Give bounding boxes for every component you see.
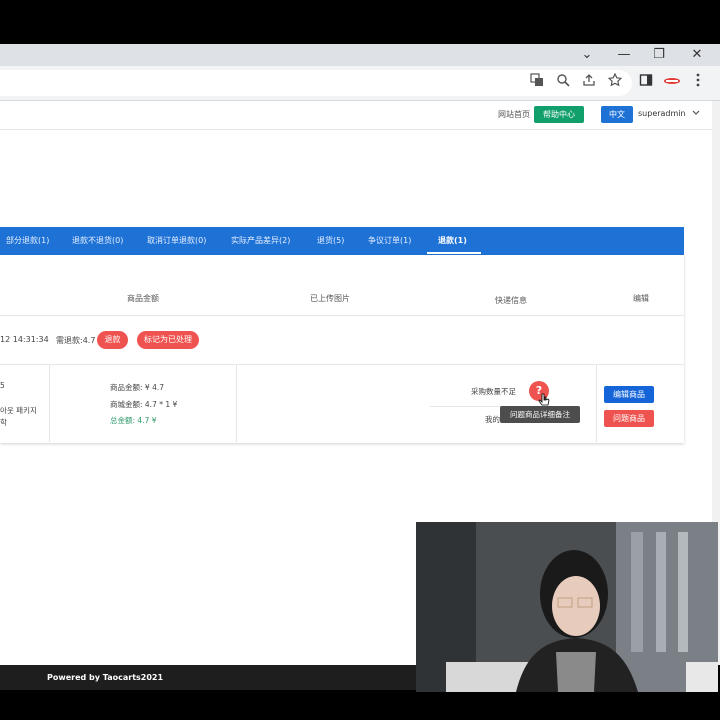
help-center-button[interactable]: 帮助中心: [534, 106, 584, 123]
tab-disputed-orders[interactable]: 争议订单(1): [368, 235, 411, 246]
active-tab-indicator: [427, 252, 481, 254]
tab-refund[interactable]: 退款(1): [438, 235, 467, 246]
home-link[interactable]: 网站首页: [498, 109, 530, 120]
tab-search-chevron-icon[interactable]: ⌄: [576, 44, 598, 66]
goods-amount: 商品金额: ¥ 4.7: [110, 383, 164, 392]
refund-amount: 需退款:4.7: [56, 336, 96, 345]
webcam-feed: [416, 522, 718, 692]
total-amount: 总金额: 4.7 ¥: [110, 416, 157, 425]
mall-amount: 商城金额: 4.7 * 1 ¥: [110, 400, 178, 409]
order-time: 12 14:31:34: [0, 335, 49, 344]
maximize-icon[interactable]: ❐: [648, 44, 670, 66]
col-header-edit: 编辑: [633, 294, 649, 303]
divider: [236, 365, 237, 442]
tab-partial-refund[interactable]: 部分退款(1): [6, 235, 49, 246]
tab-product-difference[interactable]: 实际产品差异(2): [231, 235, 290, 246]
menu-icon[interactable]: [688, 73, 708, 93]
minimize-icon[interactable]: —: [613, 44, 635, 66]
sidebar-icon[interactable]: [636, 73, 656, 93]
webcam-overlay: [416, 522, 718, 692]
refund-badge[interactable]: 退款: [97, 331, 128, 349]
divider: [0, 315, 684, 316]
col-header-amount: 商品金额: [127, 294, 159, 303]
footer-text: Powered by Taocarts2021: [47, 673, 164, 682]
item-name-cont: 학: [0, 418, 7, 427]
user-menu[interactable]: superadmin: [638, 109, 700, 118]
problem-reason: 采购数量不足: [471, 387, 516, 396]
chevron-down-icon: [692, 109, 700, 118]
language-button[interactable]: 中文: [601, 106, 633, 123]
tab-cancel-order-refund[interactable]: 取消订单退款(0): [147, 235, 206, 246]
username: superadmin: [638, 109, 686, 118]
close-icon[interactable]: ✕: [686, 44, 708, 66]
zoom-icon[interactable]: [553, 73, 573, 93]
extension-icon[interactable]: [662, 73, 682, 93]
divider: [596, 365, 597, 442]
tab-refund-no-return[interactable]: 退款不退货(0): [72, 235, 123, 246]
problem-item-button[interactable]: 问题商品: [604, 410, 654, 427]
col-header-images: 已上传图片: [310, 294, 350, 303]
share-icon[interactable]: [579, 73, 599, 93]
refund-table: [0, 255, 684, 443]
divider: [49, 365, 50, 442]
bookmark-star-icon[interactable]: [605, 72, 625, 93]
note-text: 我的: [485, 415, 500, 424]
browser-title-bar: [0, 44, 720, 66]
mark-processed-button[interactable]: 标记为已处理: [137, 331, 199, 349]
edit-item-button[interactable]: 编辑商品: [604, 386, 654, 403]
tab-returns[interactable]: 退货(5): [317, 235, 344, 246]
item-fragment: 5: [0, 381, 5, 390]
note-tooltip: 问题商品详细备注: [500, 406, 580, 423]
item-name: 아웃 패키지: [0, 406, 37, 415]
translate-icon[interactable]: [527, 73, 547, 93]
col-header-shipping: 快递信息: [495, 296, 527, 305]
divider: [0, 364, 684, 365]
